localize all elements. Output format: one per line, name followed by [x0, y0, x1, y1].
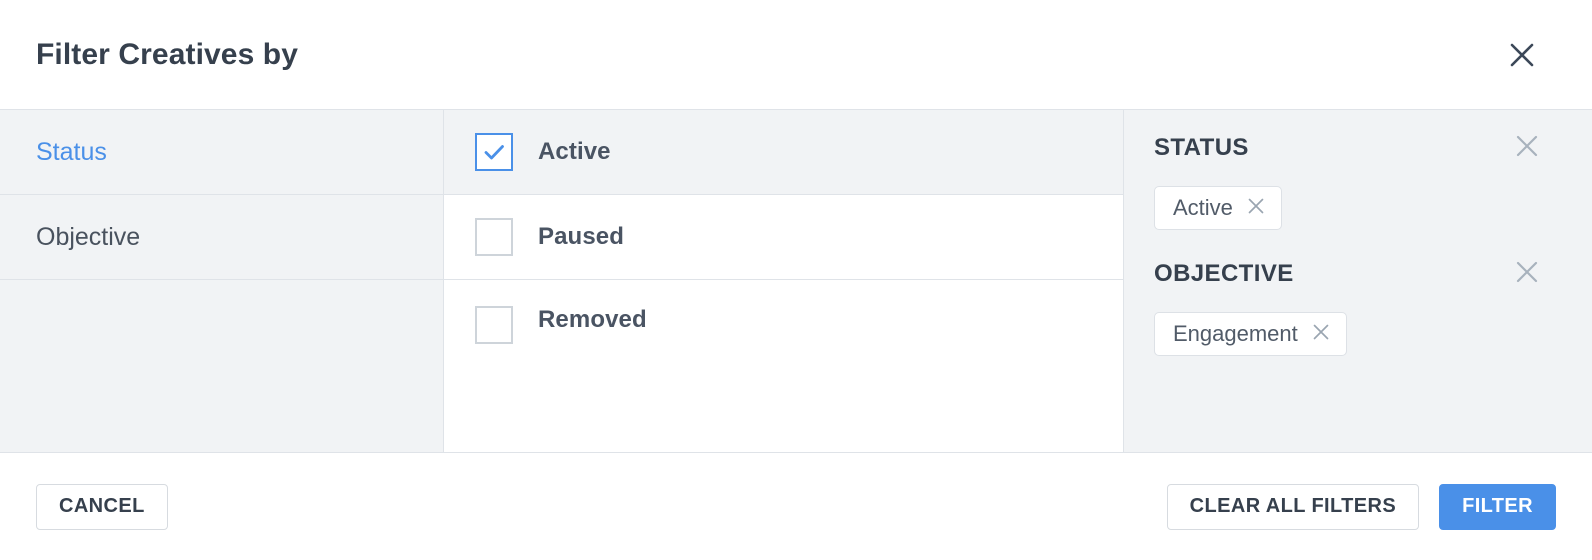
applied-group-header: OBJECTIVE: [1154, 236, 1562, 312]
close-icon: [1312, 321, 1330, 347]
filter-option-list: Active Paused Removed: [444, 110, 1124, 452]
remove-chip-button[interactable]: [1310, 323, 1332, 345]
option-label: Removed: [538, 306, 647, 333]
close-dialog-button[interactable]: [1500, 33, 1544, 77]
checkbox-active[interactable]: [475, 133, 513, 171]
applied-filter-group-status: STATUS Active: [1154, 110, 1562, 236]
footer-actions: CLEAR ALL FILTERS FILTER: [1166, 483, 1556, 530]
checkbox-paused[interactable]: [475, 218, 513, 256]
clear-all-filters-button[interactable]: CLEAR ALL FILTERS: [1166, 483, 1420, 530]
applied-group-header: STATUS: [1154, 110, 1562, 186]
option-row-paused[interactable]: Paused: [444, 195, 1123, 280]
filter-chip-active: Active: [1154, 186, 1282, 230]
chip-label: Active: [1173, 195, 1233, 220]
cancel-button[interactable]: CANCEL: [36, 483, 168, 530]
dialog-body: Status Objective Active Paused Removed S…: [0, 110, 1592, 453]
applied-filter-group-objective: OBJECTIVE Engagement: [1154, 236, 1562, 362]
option-row-removed[interactable]: Removed: [444, 280, 1123, 452]
checkbox-removed[interactable]: [475, 306, 513, 344]
check-icon: [481, 139, 507, 165]
close-icon: [1247, 195, 1265, 221]
applied-chip-list: Engagement: [1154, 312, 1562, 362]
chip-label: Engagement: [1173, 321, 1298, 346]
clear-status-group-button[interactable]: [1510, 131, 1544, 165]
clear-objective-group-button[interactable]: [1510, 257, 1544, 291]
filter-category-list: Status Objective: [0, 110, 444, 452]
category-list-filler: [0, 280, 443, 452]
apply-filter-button[interactable]: FILTER: [1439, 483, 1556, 530]
category-label: Objective: [36, 222, 141, 251]
option-row-active[interactable]: Active: [444, 110, 1123, 195]
dialog-footer: CANCEL CLEAR ALL FILTERS FILTER: [0, 453, 1592, 560]
option-label: Active: [538, 138, 611, 165]
dialog-title: Filter Creatives by: [36, 37, 299, 71]
applied-filters-panel: STATUS Active OBJECTIVE Engagement: [1124, 110, 1592, 452]
filter-chip-engagement: Engagement: [1154, 312, 1347, 356]
close-icon: [1515, 260, 1539, 289]
category-item-status[interactable]: Status: [0, 110, 443, 195]
category-item-objective[interactable]: Objective: [0, 195, 443, 280]
dialog-header: Filter Creatives by: [0, 0, 1592, 110]
applied-group-title: STATUS: [1154, 134, 1249, 161]
category-label: Status: [36, 137, 107, 166]
applied-group-title: OBJECTIVE: [1154, 260, 1294, 287]
remove-chip-button[interactable]: [1245, 197, 1267, 219]
option-label: Paused: [538, 223, 624, 250]
close-icon: [1515, 134, 1539, 163]
applied-chip-list: Active: [1154, 186, 1562, 236]
filter-creatives-dialog: Filter Creatives by Status Objective Act…: [0, 0, 1592, 560]
close-icon: [1509, 42, 1535, 68]
